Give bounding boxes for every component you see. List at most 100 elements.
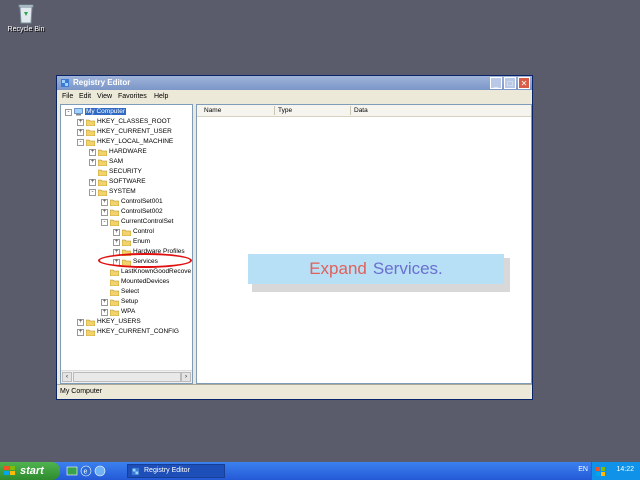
tree-node-label: ControlSet001 [121, 198, 163, 205]
tree-node[interactable]: - My Computer [65, 107, 127, 117]
expand-icon[interactable]: + [89, 148, 96, 156]
expand-icon[interactable]: + [89, 158, 96, 166]
clock[interactable]: 14:22 [616, 466, 634, 473]
tree-node[interactable]: + Control [113, 227, 154, 237]
tree-node[interactable]: + HKEY_CLASSES_ROOT [77, 117, 171, 127]
tree-node-label: Select [121, 288, 140, 295]
folder-icon [110, 209, 119, 216]
tree-node-label: SOFTWARE [109, 178, 146, 185]
taskbar-item-label: Registry Editor [144, 467, 190, 474]
folder-icon [122, 239, 131, 246]
scroll-thumb[interactable] [73, 372, 181, 382]
show-desktop-icon[interactable] [66, 465, 78, 477]
tree-node[interactable]: MountedDevices [101, 277, 169, 287]
tree-node[interactable]: + HKEY_CURRENT_CONFIG [77, 327, 179, 337]
registry-tree: - My Computer + HKEY_CLASSES_ROOT + HKEY_CURR… [61, 105, 192, 370]
column-name[interactable]: Name [204, 107, 221, 114]
scroll-left-button[interactable]: ‹ [62, 372, 72, 382]
tree-node-label: LastKnownGoodRecove [121, 268, 192, 275]
recycle-bin-icon [18, 4, 34, 24]
internet-explorer-icon[interactable]: e [80, 465, 92, 477]
tree-node-label: CurrentControlSet [121, 218, 174, 225]
collapse-icon[interactable]: - [101, 218, 108, 226]
expand-icon[interactable]: + [113, 228, 120, 236]
collapse-icon[interactable]: - [77, 138, 84, 146]
title-bar[interactable]: Registry Editor _ □ ✕ [57, 76, 532, 90]
close-button[interactable]: ✕ [518, 77, 530, 89]
expand-icon[interactable]: + [101, 198, 108, 206]
language-indicator[interactable]: EN [578, 466, 588, 473]
tree-node[interactable]: + SAM [89, 157, 123, 167]
tree-node[interactable]: SECURITY [89, 167, 142, 177]
tree-node[interactable]: + HARDWARE [89, 147, 147, 157]
start-label: start [20, 465, 44, 477]
tree-pane[interactable]: - My Computer + HKEY_CLASSES_ROOT + HKEY_CURR… [60, 104, 193, 384]
recycle-bin-label: Recycle Bin [7, 26, 45, 33]
tree-node-label: My Computer [85, 108, 127, 115]
tree-node-label: HARDWARE [109, 148, 147, 155]
expand-icon[interactable]: + [113, 238, 120, 246]
menu-favorites[interactable]: Favorites [118, 93, 147, 100]
tree-node[interactable]: - SYSTEM [89, 187, 136, 197]
menu-help[interactable]: Help [154, 93, 168, 100]
folder-icon [86, 119, 95, 126]
tree-node[interactable]: + Setup [101, 297, 138, 307]
system-tray: 14:22 [591, 462, 640, 480]
folder-icon [110, 309, 119, 316]
values-pane[interactable]: Name Type Data [196, 104, 532, 384]
scroll-right-button[interactable]: › [181, 372, 191, 382]
collapse-icon[interactable]: - [89, 188, 96, 196]
expand-icon[interactable]: + [77, 128, 84, 136]
expand-icon[interactable]: + [89, 178, 96, 186]
tree-node[interactable]: + ControlSet001 [101, 197, 163, 207]
callout-word-services: Services. [372, 259, 443, 278]
tree-node[interactable]: Select [101, 287, 139, 297]
registry-editor-icon [61, 79, 69, 87]
column-data[interactable]: Data [354, 107, 368, 114]
tree-node-label: HKEY_CLASSES_ROOT [97, 118, 171, 125]
maximize-icon: □ [507, 78, 513, 88]
maximize-button[interactable]: □ [504, 77, 516, 89]
menu-view[interactable]: View [97, 93, 112, 100]
tree-node[interactable]: - HKEY_LOCAL_MACHINE [77, 137, 173, 147]
column-type[interactable]: Type [278, 107, 292, 114]
tree-node[interactable]: - CurrentControlSet [101, 217, 173, 227]
tree-node[interactable]: + WPA [101, 307, 135, 317]
tree-node-label: HKEY_CURRENT_CONFIG [97, 328, 179, 335]
tree-node[interactable]: + SOFTWARE [89, 177, 146, 187]
tree-node[interactable]: + HKEY_CURRENT_USER [77, 127, 172, 137]
recycle-bin-shortcut[interactable]: Recycle Bin [4, 2, 48, 33]
minimize-button[interactable]: _ [490, 77, 502, 89]
expand-icon[interactable]: + [77, 318, 84, 326]
tree-node[interactable]: + Enum [113, 237, 150, 247]
media-player-icon[interactable] [94, 465, 106, 477]
folder-icon [86, 329, 95, 336]
callout-word-expand: Expand [309, 259, 367, 278]
start-button[interactable]: start [0, 462, 60, 480]
tree-node[interactable]: LastKnownGoodRecove [101, 267, 191, 277]
windows-flag-icon[interactable] [596, 467, 606, 476]
tree-node[interactable]: + ControlSet002 [101, 207, 163, 217]
taskbar-item-registry-editor[interactable]: Registry Editor [127, 464, 225, 478]
svg-text:e: e [84, 469, 88, 476]
registry-editor-window: Registry Editor _ □ ✕ File Edit View Fav… [56, 75, 533, 400]
menu-file[interactable]: File [62, 93, 73, 100]
expand-icon[interactable]: + [101, 298, 108, 306]
highlight-ring [98, 253, 192, 268]
expand-icon[interactable]: + [77, 118, 84, 126]
folder-icon [98, 159, 107, 166]
expand-icon[interactable]: + [77, 328, 84, 336]
chevron-right-icon: › [185, 374, 187, 380]
minimize-icon: _ [493, 78, 499, 88]
tree-horizontal-scrollbar[interactable]: ‹ › [61, 370, 192, 383]
menu-edit[interactable]: Edit [79, 93, 91, 100]
registry-editor-icon [131, 467, 140, 476]
folder-icon [110, 219, 119, 226]
tree-node[interactable]: + HKEY_USERS [77, 317, 141, 327]
collapse-icon[interactable]: - [65, 108, 72, 116]
expand-icon[interactable]: + [101, 208, 108, 216]
expand-icon[interactable]: + [101, 308, 108, 316]
